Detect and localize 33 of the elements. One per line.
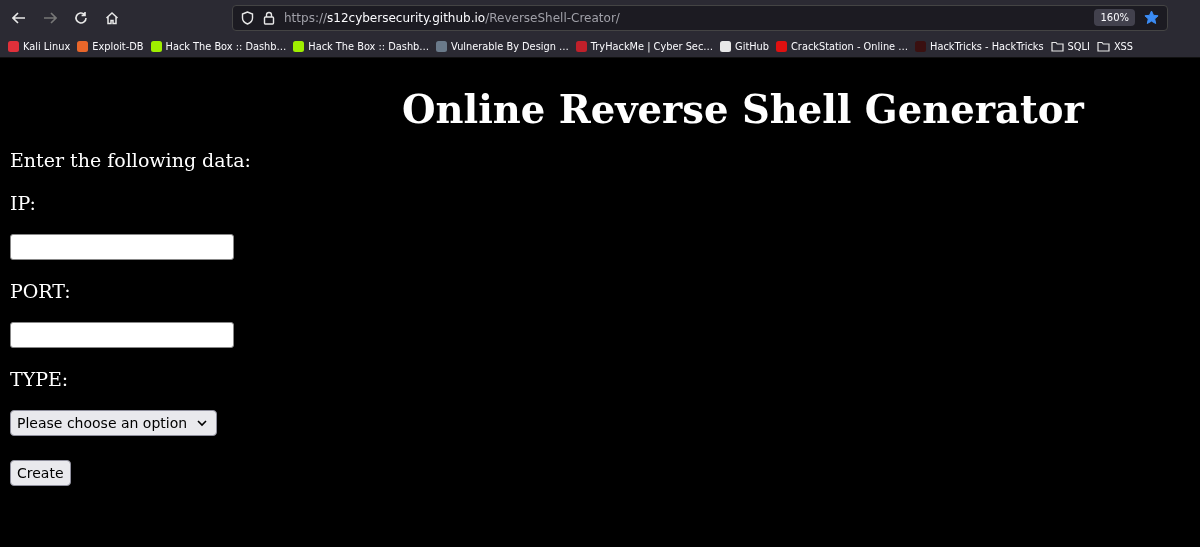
caret-icon [197,419,208,427]
bookmark-item[interactable]: XSS [1096,40,1134,52]
folder-icon [1050,40,1064,52]
address-bar[interactable]: https://s12cybersecurity.github.io/ReverseShell-Creator/ 160% [232,4,1168,31]
star-icon[interactable] [1144,10,1159,25]
folder-icon [1096,40,1110,52]
bookmark-item[interactable]: Kali Linux [8,40,71,52]
bookmark-item[interactable]: CrackStation - Online … [776,40,909,52]
option-select[interactable]: Please choose an option [10,410,217,436]
back-icon[interactable] [12,10,26,25]
create-button[interactable]: Create [10,460,71,486]
field-label: IP: [10,191,37,215]
forward-icon[interactable] [43,10,57,25]
lock-icon[interactable] [263,10,275,25]
field-label: TYPE: [10,367,70,391]
field-label: PORT: [10,279,72,303]
bookmark-item[interactable]: GitHub [720,40,769,52]
shield-icon[interactable] [241,10,254,25]
bookmark-item[interactable]: SQLI [1050,40,1090,52]
url-text: https://s12cybersecurity.github.io/ReverseShell-Creator/ [284,10,620,25]
bookmark-item[interactable]: Vulnerable By Design … [436,40,569,52]
zoom-level[interactable]: 160% [1094,9,1135,26]
bookmark-item[interactable]: Exploit-DB [77,40,144,52]
reload-icon[interactable] [74,10,88,25]
bookmark-item[interactable]: HackTricks - HackTricks [915,40,1044,52]
intro-text: Enter the following data: [10,148,252,172]
input-field[interactable] [10,322,234,348]
home-icon[interactable] [105,10,119,25]
page-heading: Online Reverse Shell Generator [402,88,1086,132]
bookmark-item[interactable]: Hack The Box :: Dashb… [150,40,287,52]
input-field[interactable] [10,234,234,260]
bookmark-item[interactable]: Hack The Box :: Dashb… [293,40,430,52]
bookmark-item[interactable]: TryHackMe | Cyber Sec… [575,40,714,52]
